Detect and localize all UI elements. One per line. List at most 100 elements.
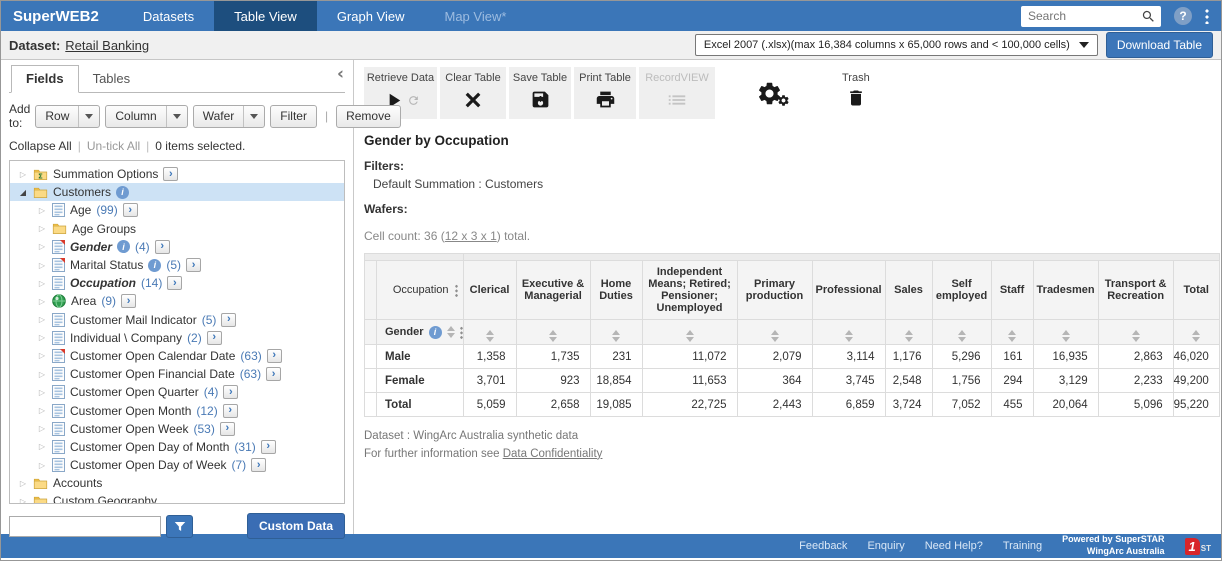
table-options-button[interactable] [756, 80, 790, 107]
nav-graph-view[interactable]: Graph View [317, 1, 425, 31]
dataset-name-link[interactable]: Retail Banking [65, 38, 149, 53]
expand-node-icon[interactable]: ▷ [37, 315, 47, 324]
tree-item-marital-status[interactable]: ▷Marital Statusi(5)› [10, 256, 344, 274]
expand-node-icon[interactable]: ▷ [37, 224, 47, 233]
collapse-node-icon[interactable]: ◢ [18, 188, 28, 197]
expand-node-icon[interactable]: ▷ [18, 479, 28, 488]
collapse-panel-icon[interactable]: ‹ [337, 66, 344, 83]
footer-link-feedback[interactable]: Feedback [799, 540, 847, 552]
sort-control[interactable] [905, 330, 913, 342]
quick-add-arrow-button[interactable]: › [186, 258, 201, 272]
add-column-button[interactable]: Column [105, 105, 187, 128]
tree-item-occupation[interactable]: ▷Occupation(14)› [10, 274, 344, 292]
expand-node-icon[interactable]: ▷ [37, 206, 47, 215]
sort-control[interactable] [771, 330, 779, 342]
expand-node-icon[interactable]: ▷ [37, 261, 47, 270]
quick-add-arrow-button[interactable]: › [155, 240, 170, 254]
tree-item-customer-open-quarter[interactable]: ▷Customer Open Quarter(4)› [10, 383, 344, 401]
sort-control[interactable] [1008, 330, 1016, 342]
tree-item-customer-open-week[interactable]: ▷Customer Open Week(53)› [10, 420, 344, 438]
expand-node-icon[interactable]: ▷ [18, 170, 28, 179]
tree-item-customer-open-month[interactable]: ▷Customer Open Month(12)› [10, 401, 344, 419]
chevron-down-icon[interactable] [243, 106, 264, 127]
info-icon[interactable]: i [116, 186, 129, 199]
footer-link-training[interactable]: Training [1003, 540, 1042, 552]
tree-item-gender[interactable]: ▷Genderi(4)› [10, 238, 344, 256]
custom-data-button[interactable]: Custom Data [247, 513, 345, 539]
add-wafer-button[interactable]: Wafer [193, 105, 266, 128]
chevron-down-icon[interactable] [166, 106, 187, 127]
chevron-down-icon[interactable] [78, 106, 99, 127]
expand-node-icon[interactable]: ▷ [37, 297, 47, 306]
filter-fields-button[interactable] [166, 515, 193, 538]
expand-node-icon[interactable]: ▷ [37, 242, 47, 251]
sort-control[interactable] [1132, 330, 1140, 342]
field-filter-input[interactable] [9, 516, 161, 537]
tree-item-customer-open-calendar-date[interactable]: ▷Customer Open Calendar Date(63)› [10, 347, 344, 365]
tree-item-custom-geography[interactable]: ▷Custom Geography [10, 492, 344, 504]
sort-control[interactable] [958, 330, 966, 342]
collapse-all-link[interactable]: Collapse All [9, 139, 72, 153]
quick-add-arrow-button[interactable]: › [261, 440, 276, 454]
expand-node-icon[interactable]: ▷ [37, 406, 47, 415]
trash-button[interactable]: Trash [842, 67, 870, 108]
tree-item-customer-open-day-of-month[interactable]: ▷Customer Open Day of Month(31)› [10, 438, 344, 456]
quick-add-arrow-button[interactable]: › [223, 385, 238, 399]
sort-control[interactable] [486, 330, 494, 342]
expand-node-icon[interactable]: ▷ [37, 333, 47, 342]
add-filter-button[interactable]: Filter [270, 105, 317, 128]
header-menu-icon[interactable] [455, 284, 458, 297]
expand-node-icon[interactable]: ▷ [37, 351, 47, 360]
nav-table-view[interactable]: Table View [214, 1, 317, 31]
tab-fields[interactable]: Fields [11, 65, 79, 93]
quick-add-arrow-button[interactable]: › [207, 331, 222, 345]
clear-table-button[interactable]: Clear Table [440, 67, 506, 119]
tree-item-customers[interactable]: ◢Customersi [10, 183, 344, 201]
tab-tables[interactable]: Tables [79, 66, 145, 92]
quick-add-arrow-button[interactable]: › [251, 458, 266, 472]
tree-item-age-groups[interactable]: ▷Age Groups [10, 220, 344, 238]
sort-control[interactable] [447, 326, 455, 338]
info-icon[interactable]: i [148, 259, 161, 272]
print-table-button[interactable]: Print Table [574, 67, 636, 119]
expand-node-icon[interactable]: ▷ [37, 442, 47, 451]
info-icon[interactable]: i [117, 240, 130, 253]
search-input[interactable] [1028, 9, 1141, 23]
download-table-button[interactable]: Download Table [1106, 32, 1213, 58]
quick-add-arrow-button[interactable]: › [167, 276, 182, 290]
sort-control[interactable] [686, 330, 694, 342]
expand-node-icon[interactable]: ▷ [37, 424, 47, 433]
tree-item-individual-company[interactable]: ▷Individual \ Company(2)› [10, 329, 344, 347]
quick-add-arrow-button[interactable]: › [267, 349, 282, 363]
overflow-menu-icon[interactable] [1205, 8, 1209, 24]
quick-add-arrow-button[interactable]: › [266, 367, 281, 381]
search-icon[interactable] [1141, 9, 1156, 24]
nav-map-view[interactable]: Map View* [425, 1, 527, 31]
quick-add-arrow-button[interactable]: › [163, 167, 178, 181]
tree-item-accounts[interactable]: ▷Accounts [10, 474, 344, 492]
sort-control[interactable] [1062, 330, 1070, 342]
footer-link-enquiry[interactable]: Enquiry [867, 540, 904, 552]
quick-add-arrow-button[interactable]: › [123, 203, 138, 217]
nav-datasets[interactable]: Datasets [123, 1, 214, 31]
tree-item-customer-open-financial-date[interactable]: ▷Customer Open Financial Date(63)› [10, 365, 344, 383]
row-dimension-header[interactable]: Genderi [377, 320, 464, 345]
expand-node-icon[interactable]: ▷ [37, 388, 47, 397]
column-dimension-header[interactable]: Occupation [377, 261, 464, 320]
header-menu-icon[interactable] [460, 326, 463, 339]
info-icon[interactable]: i [429, 326, 442, 339]
tree-item-customer-mail-indicator[interactable]: ▷Customer Mail Indicator(5)› [10, 311, 344, 329]
quick-add-arrow-button[interactable]: › [221, 313, 236, 327]
quick-add-arrow-button[interactable]: › [121, 294, 136, 308]
quick-add-arrow-button[interactable]: › [220, 422, 235, 436]
tree-item-area[interactable]: ▷Area(9)› [10, 292, 344, 310]
untick-all-link[interactable]: Un-tick All [87, 139, 140, 153]
remove-button[interactable]: Remove [336, 105, 401, 128]
sort-control[interactable] [612, 330, 620, 342]
expand-node-icon[interactable]: ▷ [18, 497, 28, 504]
tree-item-summation-options[interactable]: ▷ΣSummation Options› [10, 165, 344, 183]
expand-node-icon[interactable]: ▷ [37, 370, 47, 379]
sort-control[interactable] [1192, 330, 1200, 342]
footer-link-need-help-[interactable]: Need Help? [925, 540, 983, 552]
add-row-button[interactable]: Row [35, 105, 100, 128]
